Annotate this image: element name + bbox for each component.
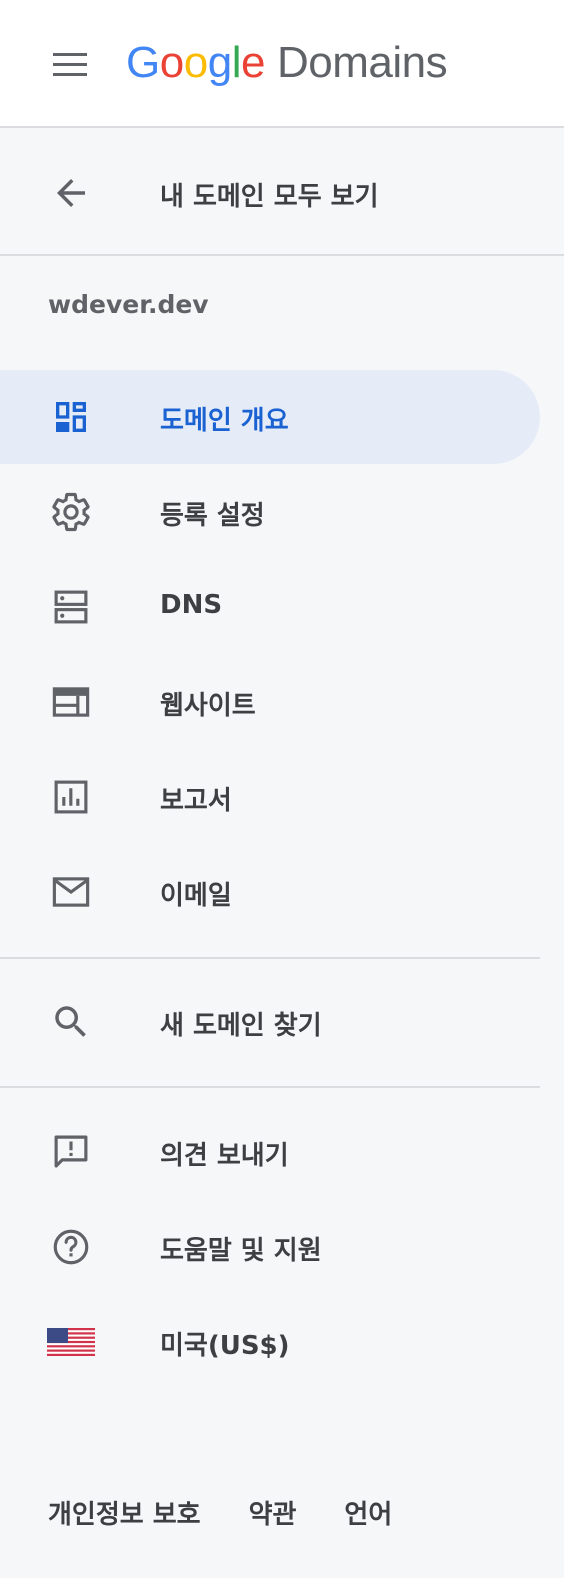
nav-sidebar: 내 도메인 모두 보기 wdever.dev 도메인 개요 등록 설정 DNS … xyxy=(0,130,564,1578)
logo-letter: G xyxy=(126,38,160,87)
feedback-icon xyxy=(50,1131,92,1173)
arrow-back-icon xyxy=(50,172,92,214)
sidebar-item-label: 웹사이트 xyxy=(160,691,256,721)
sidebar-item-domain-overview[interactable]: 도메인 개요 xyxy=(0,370,540,464)
email-icon xyxy=(50,871,92,913)
current-domain-name: wdever.dev xyxy=(48,290,209,319)
product-name: Domains xyxy=(276,38,448,87)
sidebar-item-registration-settings[interactable]: 등록 설정 xyxy=(0,465,540,559)
google-wordmark: Google xyxy=(126,38,265,88)
logo-letter: o xyxy=(159,38,184,87)
sidebar-item-label: 미국(US$) xyxy=(160,1331,290,1361)
sidebar-item-email[interactable]: 이메일 xyxy=(0,845,540,939)
website-icon xyxy=(50,681,92,723)
sidebar-item-label: 보고서 xyxy=(160,786,232,816)
sidebar-item-label: 등록 설정 xyxy=(160,501,265,531)
sidebar-item-region-currency[interactable]: 미국(US$) xyxy=(0,1295,540,1389)
sidebar-item-label: 의견 보내기 xyxy=(160,1141,289,1171)
sidebar-item-website[interactable]: 웹사이트 xyxy=(0,655,540,749)
sidebar-item-label: 새 도메인 찾기 xyxy=(160,1011,322,1041)
app-header: Google Domains xyxy=(0,0,564,128)
logo-letter: o xyxy=(183,38,208,87)
terms-link[interactable]: 약관 xyxy=(249,1494,297,1531)
language-link[interactable]: 언어 xyxy=(344,1494,392,1531)
gear-icon xyxy=(50,491,92,533)
dashboard-icon xyxy=(50,396,92,438)
sidebar-item-send-feedback[interactable]: 의견 보내기 xyxy=(0,1105,540,1199)
sidebar-item-label: 이메일 xyxy=(160,881,232,911)
search-icon xyxy=(50,1001,92,1043)
report-chart-icon xyxy=(50,776,92,818)
logo-letter: g xyxy=(207,38,232,87)
sidebar-item-label: 도움말 및 지원 xyxy=(160,1236,322,1266)
back-link-label: 내 도메인 모두 보기 xyxy=(160,182,379,212)
sidebar-item-reports[interactable]: 보고서 xyxy=(0,750,540,844)
sidebar-item-help-support[interactable]: 도움말 및 지원 xyxy=(0,1200,540,1294)
divider xyxy=(0,1086,540,1088)
sidebar-item-find-new-domain[interactable]: 새 도메인 찾기 xyxy=(0,975,540,1069)
sidebar-item-dns[interactable]: DNS xyxy=(0,560,540,654)
us-flag-icon xyxy=(46,1321,96,1363)
sidebar-item-label: 도메인 개요 xyxy=(160,406,289,436)
divider xyxy=(0,957,540,959)
sidebar-footer: 개인정보 보호 약관 언어 xyxy=(48,1494,392,1531)
dns-icon xyxy=(50,586,92,628)
logo-letter: l xyxy=(231,38,242,87)
back-to-all-domains-link[interactable]: 내 도메인 모두 보기 xyxy=(0,130,564,256)
help-icon xyxy=(50,1226,92,1268)
hamburger-menu-icon[interactable] xyxy=(50,50,90,80)
sidebar-item-label: DNS xyxy=(160,590,223,620)
privacy-link[interactable]: 개인정보 보호 xyxy=(48,1494,201,1531)
google-domains-logo[interactable]: Google Domains xyxy=(126,38,448,94)
logo-letter: e xyxy=(240,38,265,87)
